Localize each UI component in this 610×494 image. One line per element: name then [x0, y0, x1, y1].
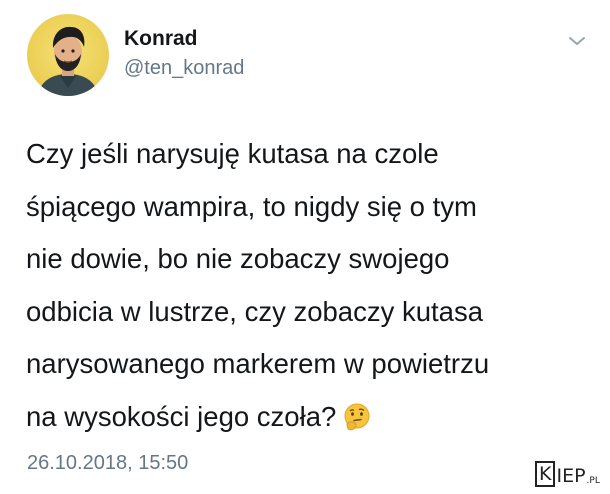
- tweet-line: śpiącego wampira, to nigdy się o tym: [26, 190, 477, 222]
- tweet-text: Czy jeśli narysuję kutasa na czole śpiąc…: [26, 128, 586, 443]
- timestamp[interactable]: 26.10.2018, 15:50: [27, 452, 188, 475]
- watermark-k: K: [535, 461, 556, 487]
- tweet-line: Czy jeśli narysuję kutasa na czole: [26, 138, 439, 169]
- watermark-logo: K IEP .PL: [535, 459, 600, 487]
- thinking-face-icon: [344, 403, 370, 430]
- chevron-down-icon[interactable]: [567, 34, 587, 48]
- tweet-line: nie dowie, bo nie zobaczy swojego: [26, 243, 450, 274]
- avatar[interactable]: [27, 14, 109, 96]
- tweet-line: odbicia w lustrze, czy zobaczy kutasa: [26, 295, 483, 327]
- username[interactable]: @ten_konrad: [124, 57, 244, 80]
- watermark-text: IEP: [556, 465, 586, 487]
- tweet-line: narysowanego markerem w powietrzu: [26, 348, 490, 379]
- avatar-illustration: [37, 26, 99, 96]
- tweet-line: na wysokości jego czoła?: [26, 400, 337, 432]
- watermark-suffix: .PL: [586, 476, 600, 486]
- tweet-card: Konrad @ten_konrad Czy jeśli narysuję ku…: [0, 0, 610, 494]
- display-name[interactable]: Konrad: [124, 27, 198, 51]
- tweet-last-line: na wysokości jego czoła?: [26, 391, 586, 444]
